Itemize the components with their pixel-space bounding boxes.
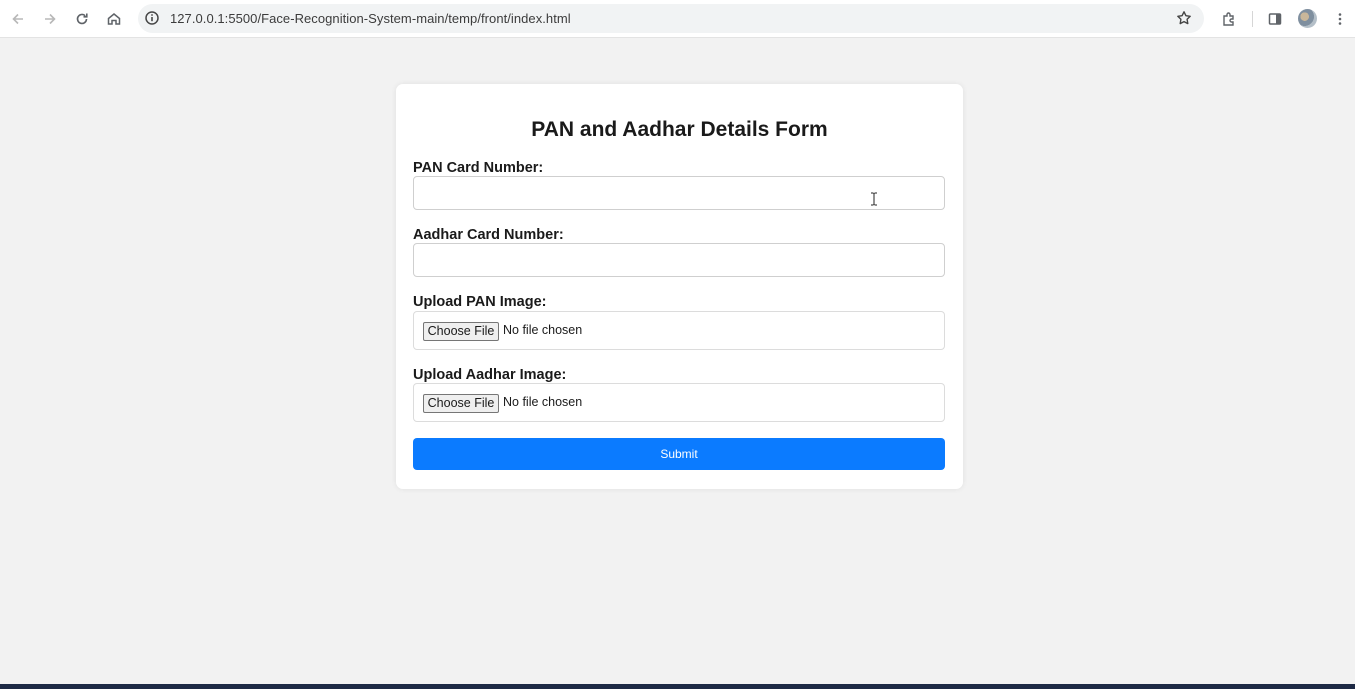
form-card: PAN and Aadhar Details Form PAN Card Num… xyxy=(396,84,963,489)
aadhar-choose-file-button[interactable]: Choose File xyxy=(423,394,499,413)
menu-kebab-icon[interactable] xyxy=(1328,7,1352,31)
submit-button[interactable]: Submit xyxy=(413,438,945,470)
extensions-icon[interactable] xyxy=(1217,7,1241,31)
pan-file-status: No file chosen xyxy=(503,323,583,337)
pan-number-label: PAN Card Number: xyxy=(413,160,544,176)
pan-number-input[interactable] xyxy=(413,176,945,210)
browser-toolbar: 127.0.0.1:5500/Face-Recognition-System-m… xyxy=(0,0,1355,38)
aadhar-image-label: Upload Aadhar Image: xyxy=(413,367,567,383)
home-icon[interactable] xyxy=(102,7,126,31)
bookmark-star-icon[interactable] xyxy=(1176,10,1192,26)
reload-icon[interactable] xyxy=(70,7,94,31)
aadhar-image-file-input[interactable]: Choose File No file chosen xyxy=(413,383,945,422)
taskbar-strip xyxy=(0,684,1355,689)
site-info-icon[interactable] xyxy=(144,10,160,26)
form-title: PAN and Aadhar Details Form xyxy=(531,118,828,141)
toolbar-separator xyxy=(1252,11,1253,27)
aadhar-file-status: No file chosen xyxy=(503,395,583,409)
back-icon[interactable] xyxy=(6,7,30,31)
side-panel-icon[interactable] xyxy=(1263,7,1287,31)
pan-image-file-input[interactable]: Choose File No file chosen xyxy=(413,311,945,350)
forward-icon[interactable] xyxy=(38,7,62,31)
pan-image-label: Upload PAN Image: xyxy=(413,294,547,310)
address-bar[interactable]: 127.0.0.1:5500/Face-Recognition-System-m… xyxy=(138,4,1204,33)
profile-avatar[interactable] xyxy=(1298,9,1317,28)
url-text[interactable]: 127.0.0.1:5500/Face-Recognition-System-m… xyxy=(170,11,571,26)
aadhar-number-input[interactable] xyxy=(413,243,945,277)
pan-choose-file-button[interactable]: Choose File xyxy=(423,322,499,341)
text-cursor-icon xyxy=(870,192,878,206)
aadhar-number-label: Aadhar Card Number: xyxy=(413,227,564,243)
